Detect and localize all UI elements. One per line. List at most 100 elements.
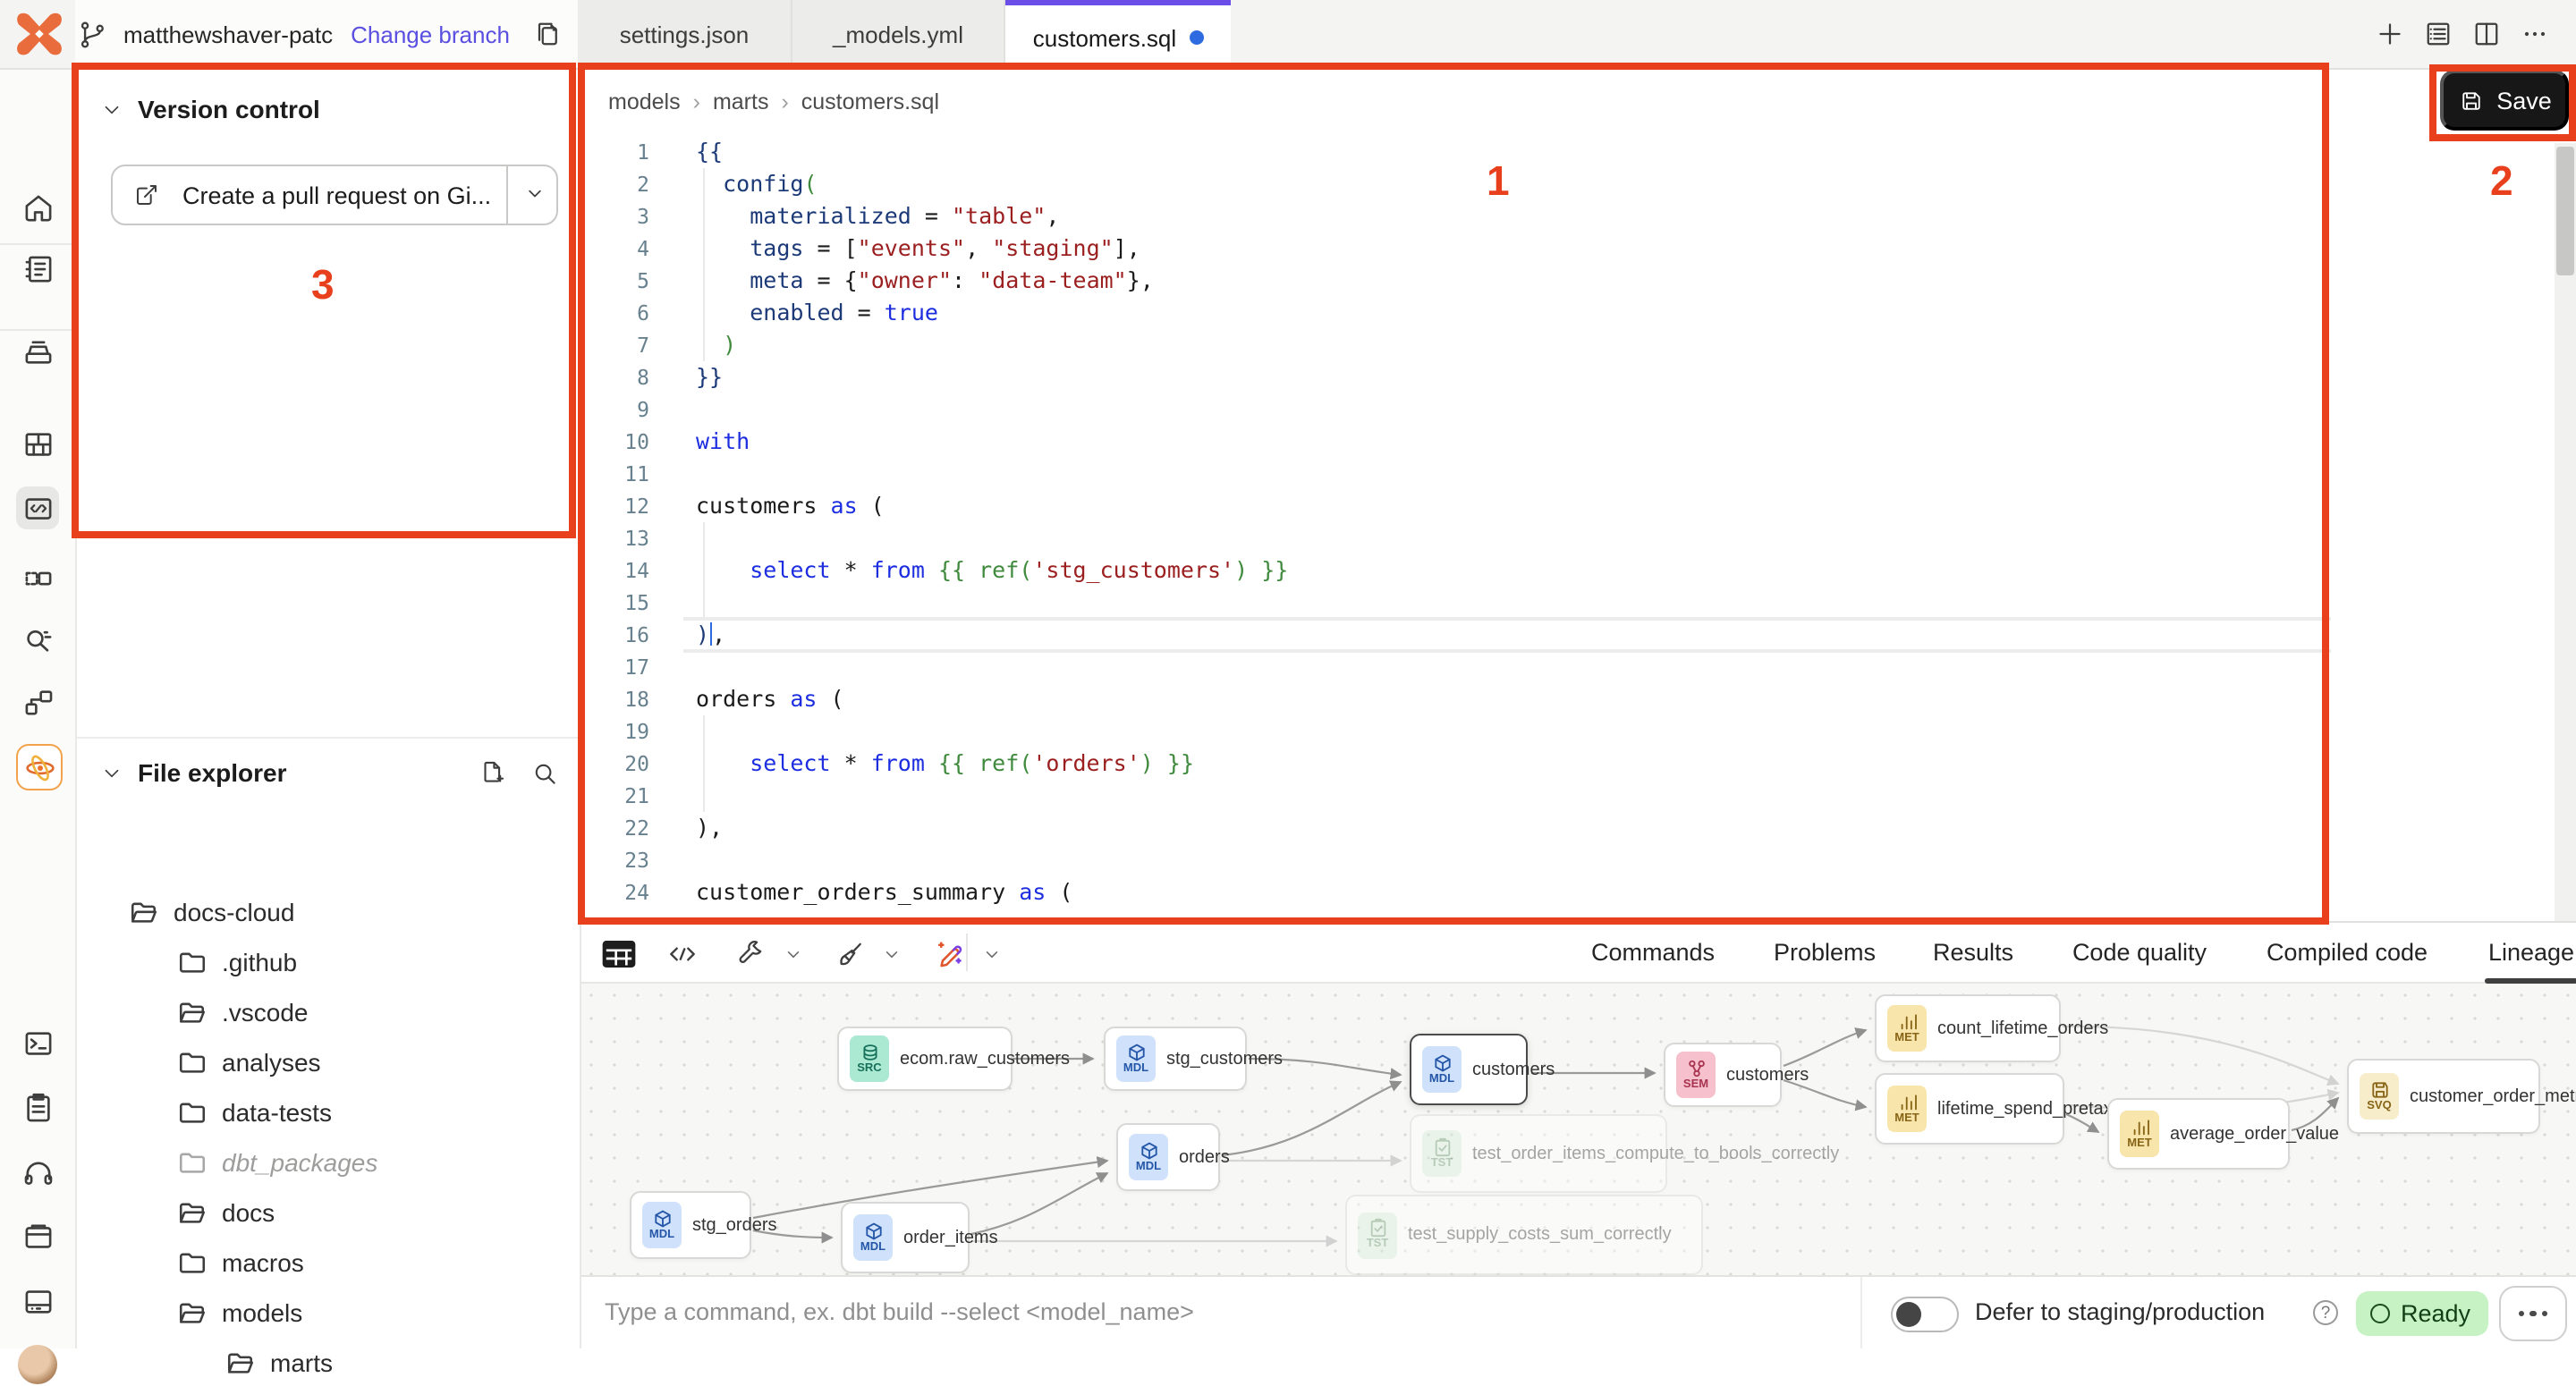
- scrollbar-thumb[interactable]: [2556, 147, 2574, 275]
- lineage-canvas[interactable]: SRCecom.raw_customers MDLstg_customers MDL…: [580, 984, 2576, 1275]
- breadcrumb: models›marts›customers.sql: [608, 89, 939, 114]
- terminal-icon[interactable]: [16, 1021, 59, 1064]
- lineage-node-test-supply-costs[interactable]: TSTtest_supply_costs_sum_correctly: [1345, 1195, 1703, 1275]
- file-tree-item-docs-cloud[interactable]: docs-cloud: [129, 891, 294, 934]
- editor-tab-settings.json[interactable]: settings.json: [578, 0, 792, 68]
- lineage-node-stg-orders[interactable]: MDLstg_orders: [630, 1191, 751, 1259]
- lineage-node-count-lifetime-orders[interactable]: METcount_lifetime_orders: [1875, 994, 2061, 1062]
- new-file-icon[interactable]: [478, 758, 508, 789]
- lineage-node-customer-order-metrics[interactable]: SVQcustomer_order_metrics: [2347, 1059, 2540, 1134]
- create-pr-button[interactable]: Create a pull request on Gi...: [111, 165, 558, 225]
- lineage-node-average-order-value[interactable]: METaverage_order_value: [2107, 1098, 2290, 1170]
- file-tree-item-analyses[interactable]: analyses: [177, 1041, 321, 1084]
- file-tree-item-marts[interactable]: marts: [225, 1341, 333, 1384]
- line-number: 13: [580, 522, 649, 554]
- editor-tab-customers.sql[interactable]: customers.sql: [1005, 0, 1231, 70]
- node-label: ecom.raw_customers: [900, 1049, 1070, 1069]
- sem-icon: [1686, 1059, 1706, 1078]
- lineage-node-orders-model[interactable]: MDLorders: [1116, 1123, 1220, 1191]
- search-icon[interactable]: [530, 758, 560, 789]
- change-branch-link[interactable]: Change branch: [351, 21, 510, 47]
- command-input[interactable]: Type a command, ex. dbt build --select <…: [605, 1277, 1194, 1348]
- bottom-tab-commands[interactable]: Commands: [1591, 923, 1715, 984]
- copilot-wand-icon[interactable]: [932, 937, 966, 971]
- build-dropdown-chevron-icon[interactable]: [782, 942, 805, 966]
- line-number: 18: [580, 683, 649, 715]
- defer-toggle[interactable]: [1891, 1297, 1959, 1332]
- file-tree-item-.github[interactable]: .github: [177, 941, 297, 984]
- bottom-tab-lineage[interactable]: Lineage: [2488, 923, 2574, 984]
- explore-search-icon[interactable]: [16, 617, 59, 660]
- lineage-node-stg-customers[interactable]: MDLstg_customers: [1104, 1027, 1247, 1091]
- node-label: customers: [1726, 1065, 1809, 1085]
- file-tree-item-docs[interactable]: docs: [177, 1191, 275, 1234]
- split-columns-icon[interactable]: [2470, 18, 2503, 50]
- folder-tray-icon[interactable]: [16, 1214, 59, 1257]
- lineage-node-ecom-raw-customers[interactable]: SRCecom.raw_customers: [837, 1027, 1013, 1091]
- table-preview-icon[interactable]: [601, 939, 637, 969]
- lineage-node-customers-model[interactable]: MDLcustomers: [1410, 1034, 1528, 1105]
- lineage-node-customers-semantic[interactable]: SEMcustomers: [1664, 1043, 1782, 1107]
- more-actions-button[interactable]: [2499, 1286, 2567, 1341]
- clipboard-icon[interactable]: [16, 1086, 59, 1128]
- folder-icon: [177, 1247, 208, 1278]
- node-label: average_order_value: [2170, 1124, 2339, 1144]
- code-line-23: 23: [580, 844, 2342, 876]
- copilot-dropdown-chevron-icon[interactable]: [980, 942, 1004, 966]
- new-tab-plus-icon[interactable]: [2374, 18, 2406, 50]
- node-label: customer_order_metrics: [2410, 1086, 2576, 1106]
- lineage-node-test-order-items[interactable]: TSTtest_order_items_compute_to_bools_cor…: [1410, 1114, 1667, 1193]
- storage-icon[interactable]: [16, 1279, 59, 1322]
- code-editor-area[interactable]: 1{{2 config(3 materialized = "table",4 t…: [580, 136, 2342, 909]
- dbt-logo[interactable]: [14, 9, 64, 59]
- format-dropdown-chevron-icon[interactable]: [880, 942, 903, 966]
- lineage-node-order-items[interactable]: MDLorder_items: [841, 1202, 970, 1273]
- code-editor-icon[interactable]: [16, 486, 59, 529]
- editor-scrollbar[interactable]: [2555, 143, 2576, 925]
- semantic-layer-icon[interactable]: [16, 680, 59, 723]
- breadcrumb-segment[interactable]: marts: [713, 89, 769, 114]
- build-wrench-icon[interactable]: [735, 938, 767, 970]
- file-explorer-header[interactable]: File explorer: [100, 758, 287, 787]
- code-editor-pane[interactable]: models›marts›customers.sql 1{{2 config(3…: [580, 68, 2576, 921]
- file-tree-item-models[interactable]: models: [177, 1291, 302, 1334]
- file-tree-item-dbt_packages[interactable]: dbt_packages: [177, 1141, 377, 1184]
- headset-icon[interactable]: [16, 1152, 59, 1195]
- src-icon: [860, 1043, 879, 1062]
- more-options-icon[interactable]: [2519, 18, 2551, 50]
- code-line-8: 8}}: [580, 361, 2342, 393]
- version-control-header[interactable]: Version control: [100, 95, 320, 123]
- copilot-atom-icon[interactable]: [16, 744, 63, 790]
- breadcrumb-segment[interactable]: models: [608, 89, 681, 114]
- file-tree-item-macros[interactable]: macros: [177, 1241, 304, 1284]
- file-tree-item-data-tests[interactable]: data-tests: [177, 1091, 332, 1134]
- pr-dropdown-chevron-icon[interactable]: [522, 181, 547, 206]
- catalog-icon[interactable]: [16, 247, 59, 290]
- drawers-icon[interactable]: [16, 329, 59, 372]
- orchestration-icon[interactable]: [16, 556, 59, 599]
- format-broom-icon[interactable]: [834, 938, 866, 970]
- editor-tab-_models.yml[interactable]: _models.yml: [792, 0, 1005, 68]
- mdl-icon: [1139, 1141, 1158, 1161]
- dashboard-icon[interactable]: [16, 422, 59, 465]
- bottom-tab-compiled-code[interactable]: Compiled code: [2267, 923, 2428, 984]
- panel-list-icon[interactable]: [2422, 18, 2454, 50]
- code-icon[interactable]: [665, 937, 699, 971]
- user-avatar[interactable]: [16, 1343, 59, 1386]
- lineage-node-lifetime-spend-pretax[interactable]: METlifetime_spend_pretax: [1875, 1073, 2064, 1145]
- line-number: 15: [580, 587, 649, 619]
- bottom-tab-problems[interactable]: Problems: [1774, 923, 1876, 984]
- help-icon[interactable]: ?: [2313, 1300, 2338, 1325]
- tst-icon: [1368, 1219, 1387, 1238]
- line-number: 4: [580, 232, 649, 265]
- home-icon[interactable]: [16, 186, 59, 229]
- editor-tabs: settings.json_models.ymlcustomers.sql: [578, 0, 1231, 68]
- file-tree-item-.vscode[interactable]: .vscode: [177, 991, 309, 1034]
- breadcrumb-segment[interactable]: customers.sql: [801, 89, 939, 114]
- bottom-tab-code-quality[interactable]: Code quality: [2072, 923, 2207, 984]
- bottom-tab-results[interactable]: Results: [1933, 923, 2013, 984]
- status-badge[interactable]: Ready: [2356, 1291, 2488, 1336]
- copy-icon[interactable]: [531, 18, 564, 50]
- save-button[interactable]: Save: [2440, 70, 2569, 131]
- node-label: count_lifetime_orders: [1937, 1018, 2108, 1038]
